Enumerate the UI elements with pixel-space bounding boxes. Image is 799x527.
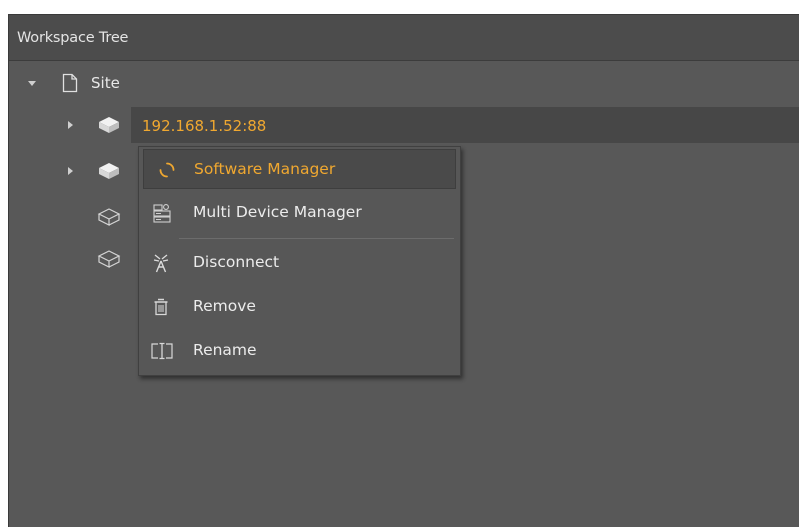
tree-item-device-selected[interactable]: 192.168.1.52:88 — [131, 107, 799, 143]
device-outline-icon — [97, 250, 121, 268]
menu-item-label: Remove — [193, 297, 256, 315]
menu-item-software-manager[interactable]: Software Manager — [143, 149, 456, 189]
menu-item-multi-device-manager[interactable]: Multi Device Manager — [143, 193, 456, 233]
tree-item-label: 192.168.1.52:88 — [142, 117, 267, 135]
menu-item-label: Software Manager — [194, 160, 336, 178]
device-icon — [99, 117, 119, 133]
menu-item-label: Rename — [193, 341, 257, 359]
antenna-icon — [153, 254, 169, 273]
panel-header: Workspace Tree — [9, 15, 799, 61]
tree-item-site[interactable]: Site — [9, 65, 799, 101]
devices-icon — [153, 204, 171, 223]
device-icon — [99, 163, 119, 179]
chevron-right-icon[interactable] — [68, 167, 73, 175]
panel-title: Workspace Tree — [17, 30, 129, 46]
menu-item-label: Disconnect — [193, 253, 280, 271]
spinner-icon — [159, 162, 175, 178]
document-icon — [62, 73, 78, 93]
menu-item-label: Multi Device Manager — [193, 203, 362, 221]
chevron-right-icon[interactable] — [68, 121, 73, 129]
rename-icon — [151, 342, 173, 360]
menu-item-remove[interactable]: Remove — [143, 287, 456, 327]
menu-item-rename[interactable]: Rename — [143, 331, 456, 371]
menu-item-disconnect[interactable]: Disconnect — [143, 243, 456, 283]
tree-item-label: Site — [91, 74, 120, 92]
context-menu: Software Manager Multi Device Manager Di… — [138, 146, 461, 376]
trash-icon — [154, 298, 168, 316]
chevron-down-icon[interactable] — [28, 81, 36, 86]
menu-separator — [179, 238, 454, 239]
device-outline-icon — [97, 208, 121, 226]
